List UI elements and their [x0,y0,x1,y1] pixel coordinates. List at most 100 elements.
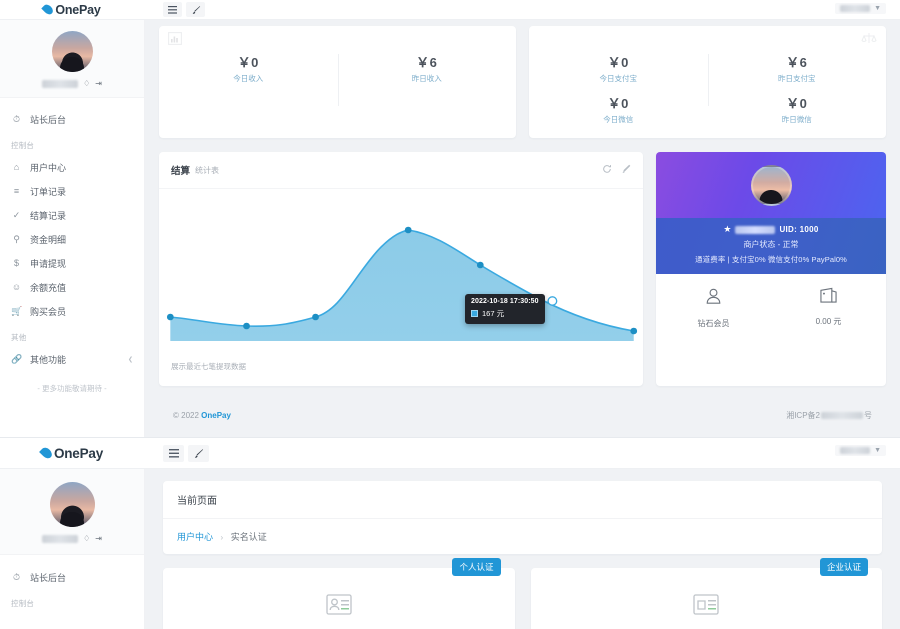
sidebar-item-withdraw[interactable]: $ 申请提现 [0,251,144,275]
top-navigation-bar: OnePay ▼ [0,0,900,20]
member-icon [704,287,723,311]
avatar[interactable] [49,482,95,527]
breadcrumb: 用户中心 › 实名认证 [163,519,882,554]
sidebar-hint: - 更多功能敬请期待 - [37,384,107,393]
sidebar-item-buy-membership[interactable]: 🛒 购买会员 [0,299,144,323]
topbar-buttons [163,2,205,17]
merchant-rates: 通道费率 | 支付宝0% 微信支付0% PayPal0% [695,255,847,264]
tooltip-value: 167 元 [482,309,505,318]
sidebar-item-fund-details[interactable]: ⚲ 资金明细 [0,227,144,251]
theme-brush-button[interactable] [186,2,205,17]
sidebar-profile-2: ♢ ⇥ [0,469,144,555]
stat-label: 昨日支付宝 [778,74,816,83]
sidebar-section-console: 控制台 [11,141,35,150]
verification-page: OnePay ▼ ♢ ⇥ ⏱ 站长后台 控制台 当前页面 用户中心 › 实名认证… [0,437,900,629]
sidebar-toggle-button[interactable] [163,2,182,17]
profile-card-hero [656,152,886,218]
bar-chart-icon [168,32,182,50]
sidebar-username-masked [42,79,79,88]
chart-tooltip: 2022-10-18 17:30:50 167 元 [465,294,545,324]
enterprise-verification-card[interactable]: 企业认证 [530,558,882,629]
brand-logo-2[interactable]: OnePay [0,446,145,461]
footer-icp: 湘ICP备2 号 [786,410,872,421]
personal-verification-card[interactable]: 个人认证 [163,558,515,629]
chart-title: 结算 [171,166,191,177]
user-menu-button[interactable]: ▼ [835,3,886,14]
key-icon[interactable]: ♢ [83,534,90,543]
sidebar-item-label: 订单记录 [30,186,67,197]
scale-icon [861,32,877,50]
sidebar-item-admin-backend[interactable]: ⏱ 站长后台 [0,565,144,589]
dollar-icon: $ [13,258,19,268]
pen-icon[interactable] [621,161,631,179]
brand-name: OnePay [53,445,104,461]
chart-plot-area[interactable]: 2022-10-18 17:30:50 167 元 [159,189,643,349]
stat-value: ￥6 [416,55,438,70]
stat-yesterday-channels: ￥6 昨日支付宝 ￥0 昨日微信 [707,52,887,138]
personal-verification-badge[interactable]: 个人认证 [452,558,501,576]
merchant-status: 商户状态 - 正常 [743,240,799,249]
water-drop-icon [39,445,54,461]
area-chart [166,226,638,341]
balance-label: 0.00 元 [815,317,842,326]
stat-today-channels: ￥0 今日支付宝 ￥0 今日微信 [529,52,708,138]
chart-header: 结算 统计表 [159,152,643,189]
stat-value: ￥0 [786,96,808,111]
logout-icon[interactable]: ⇥ [95,534,102,543]
key-icon[interactable]: ♢ [83,79,90,88]
topbar-buttons-2 [163,444,209,462]
main-content: ￥0 今日收入 ￥6 昨日收入 ￥0 今日支付宝 ￥0 今日微信 ￥6 昨日支付… [145,20,900,437]
sidebar-item-other-functions[interactable]: 🔗 其他功能 ❮ [0,347,144,371]
refresh-icon[interactable] [602,161,612,179]
merchant-uid: UID: 1000 [779,225,819,234]
wallet-icon [819,287,838,309]
sidebar-item-order-records[interactable]: ≡ 订单记录 [0,179,144,203]
membership-label: 钻石会员 [697,319,730,328]
stat-label: 昨日收入 [411,74,442,83]
brush-icon [192,5,200,14]
user-menu-button-2[interactable]: ▼ [835,445,886,456]
stat-value: ￥0 [607,96,629,111]
list-icon: ≡ [13,186,20,196]
link-icon: 🔗 [11,353,23,364]
sidebar-2: ♢ ⇥ ⏱ 站长后台 控制台 [0,469,145,629]
enterprise-verification-badge[interactable]: 企业认证 [819,558,868,576]
dashboard-page: OnePay ▼ ♢ ⇥ ⏱ 站长后台 控制台 ⌂ 用户中心 ≡ 订单记录 ✓ … [0,0,900,437]
sidebar-section-console: 控制台 [11,599,35,608]
breadcrumb-parent[interactable]: 用户中心 [177,532,213,542]
sidebar-item-label: 用户中心 [30,162,67,173]
stat-value: ￥0 [237,55,259,70]
avatar [750,164,792,206]
settlement-chart-card: 结算 统计表 2022-10-18 17:30:50 167 元 展示最近七笔提… [159,152,643,386]
sidebar: ♢ ⇥ ⏱ 站长后台 控制台 ⌂ 用户中心 ≡ 订单记录 ✓ 结算记录 ⚲ 资金… [0,20,145,437]
avatar[interactable] [51,31,93,72]
stat-label: 今日微信 [603,115,634,124]
sidebar-item-admin-backend[interactable]: ⏱ 站长后台 [0,107,144,131]
profile-card-stats: 钻石会员 0.00 元 [656,274,886,344]
sidebar-username-masked [42,534,79,543]
chart-caption: 展示最近七笔提现数据 [171,362,246,371]
cart-icon: 🛒 [11,305,23,316]
breadcrumb-separator: › [220,533,224,542]
sidebar-section-other: 其他 [11,333,27,342]
sidebar-item-user-center[interactable]: ⌂ 用户中心 [0,155,144,179]
stat-today-income: ￥0 今日收入 [159,52,338,138]
icp-prefix: 湘ICP备2 [786,411,820,420]
chart-subtitle: 统计表 [195,165,220,175]
footer-brand[interactable]: OnePay [201,411,231,420]
theme-brush-button-2[interactable] [188,444,209,462]
chart-and-profile-row: 结算 统计表 2022-10-18 17:30:50 167 元 展示最近七笔提… [159,152,886,386]
home-icon: ⌂ [13,162,20,172]
chevron-down-icon: ▼ [874,5,881,12]
company-card-icon [693,594,719,620]
brand-logo[interactable]: OnePay [0,3,145,17]
logout-icon[interactable]: ⇥ [95,79,102,88]
sidebar-toggle-button-2[interactable] [163,444,184,462]
sidebar-item-balance-recharge[interactable]: ☺ 余额充值 [0,275,144,299]
tooltip-series-swatch [471,310,478,317]
profile-card-info: ★ UID: 1000 商户状态 - 正常 通道费率 | 支付宝0% 微信支付0… [656,218,886,274]
stat-label: 今日收入 [233,74,264,83]
balance-cell: 0.00 元 [771,287,886,329]
sidebar-item-settlement-records[interactable]: ✓ 结算记录 [0,203,144,227]
tooltip-time: 2022-10-18 17:30:50 [471,298,539,305]
